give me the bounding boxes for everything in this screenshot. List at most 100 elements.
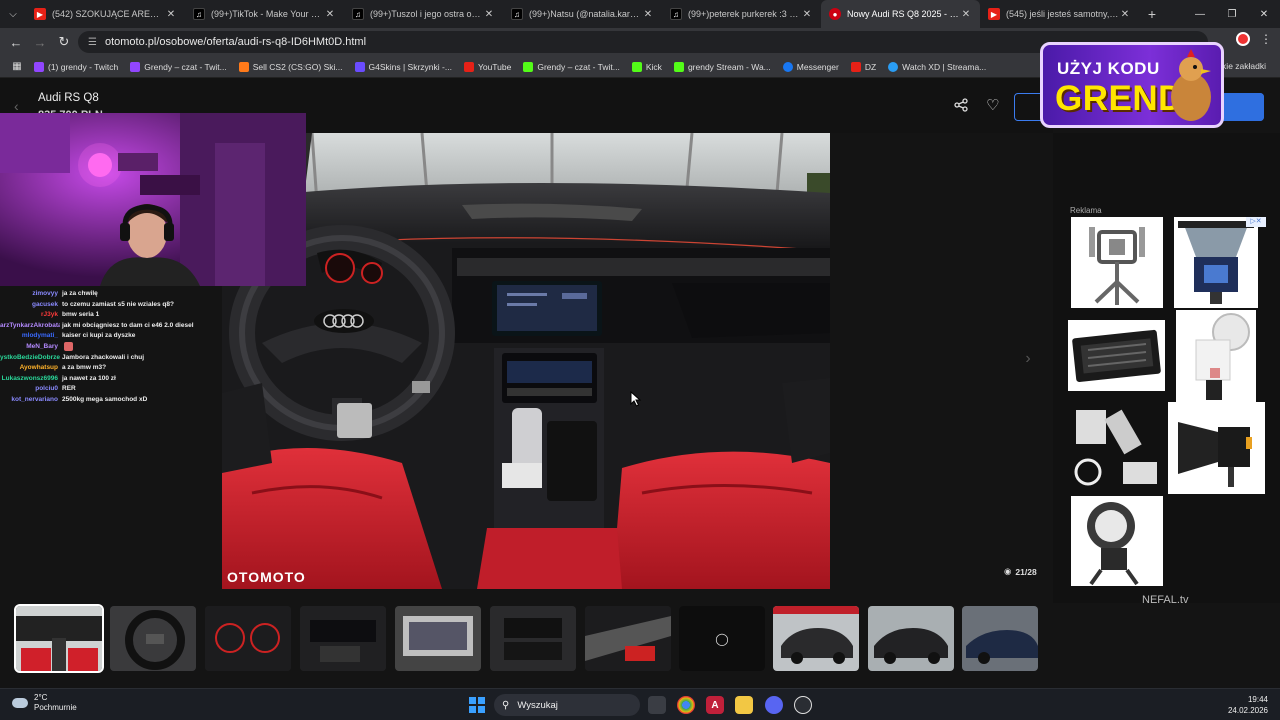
thumbnail-image	[773, 606, 859, 671]
taskbar-search[interactable]: ⚲ Wyszukaj	[494, 694, 640, 716]
bookmark[interactable]: (1) grendy - Twitch	[34, 61, 118, 72]
chat-message: zimovyy ja za chwilę	[0, 289, 200, 300]
bookmark[interactable]: Grendy – czat - Twit...	[130, 61, 227, 72]
tab[interactable]: ♫ (99+)Natsu (@natalia.karczmar...✕	[503, 0, 662, 28]
ad-item-spotlight[interactable]	[1168, 402, 1265, 494]
ad-item-teleprompter[interactable]	[1174, 217, 1258, 308]
chat-username: ystkoBedzieDobrze	[0, 353, 60, 361]
clock[interactable]: 19:44 24.02.2026	[1228, 694, 1268, 716]
tab[interactable]: ▶ (542) SZOKUJĄCE ARESZTOWA...✕	[26, 0, 185, 28]
thumbnail[interactable]	[205, 606, 291, 671]
close-icon[interactable]: ✕	[165, 9, 177, 20]
bookmark-label: YouTube	[477, 61, 512, 72]
discord-icon[interactable]	[765, 696, 783, 714]
thumbnail[interactable]	[490, 606, 576, 671]
ad-item-lamp[interactable]	[1071, 496, 1163, 586]
apps-icon[interactable]: ▦	[6, 61, 28, 72]
share-icon[interactable]	[954, 98, 968, 115]
ad-item-camera-rig[interactable]	[1071, 217, 1163, 308]
thumbnail[interactable]	[14, 604, 104, 673]
weather-widget[interactable]: 2°C Pochmurnie	[12, 693, 77, 713]
stream-chat: zimovyy ja za chwilę gacusek to czemu zami…	[0, 289, 200, 406]
equipment-case-image	[1072, 329, 1161, 382]
app-a-icon[interactable]: A	[706, 696, 724, 714]
tab[interactable]: ♫ (99+)TikTok - Make Your Day ✕	[185, 0, 344, 28]
bookmark[interactable]: Watch XD | Streama...	[888, 61, 986, 72]
tab-active[interactable]: ● Nowy Audi RS Q8 2025 - 835 7...✕	[821, 0, 980, 28]
bookmark[interactable]: Messenger	[782, 61, 839, 72]
bookmark[interactable]: YouTube	[463, 61, 512, 72]
tab-title: (545) jeśli jesteś samotny, ten fi...	[1006, 9, 1119, 19]
close-window-icon[interactable]: ✕	[1248, 9, 1280, 20]
thumbnail[interactable]	[962, 606, 1038, 671]
tiktok-icon: ♫	[511, 8, 523, 20]
close-icon[interactable]: ✕	[324, 9, 336, 20]
thumbnail[interactable]	[300, 606, 386, 671]
chevron-left-icon[interactable]: ‹	[14, 98, 19, 114]
thumbnail[interactable]	[868, 606, 954, 671]
close-icon[interactable]: ✕	[801, 9, 813, 20]
thumbnail[interactable]	[773, 606, 859, 671]
thumbnail[interactable]	[395, 606, 481, 671]
task-view-icon[interactable]	[648, 696, 666, 714]
bookmark-label: DZ	[864, 61, 877, 72]
close-icon[interactable]: ✕	[1119, 9, 1131, 20]
youtube-icon	[463, 61, 474, 72]
tab-title: (542) SZOKUJĄCE ARESZTOWA...	[52, 9, 165, 19]
tab[interactable]: ♫ (99+)peterek purkerek :3 #pete...✕	[662, 0, 821, 28]
ad-item-kit[interactable]	[1068, 402, 1165, 494]
bookmark[interactable]: DZ	[850, 61, 877, 72]
thumbnail-image	[16, 606, 102, 671]
file-explorer-icon[interactable]	[735, 696, 753, 714]
g4skins-icon	[354, 61, 365, 72]
bookmark[interactable]: grendy Stream - Wa...	[673, 61, 771, 72]
tab[interactable]: ♫ (99+)Tuszol i jego ostra odpow...✕	[344, 0, 503, 28]
restore-icon[interactable]: ❐	[1216, 9, 1248, 20]
ad-item-case[interactable]	[1068, 320, 1165, 391]
tab-search-button[interactable]: ⌵	[0, 0, 26, 28]
bookmark-label: Messenger	[796, 61, 839, 72]
audi-icon: ●	[829, 8, 841, 20]
bookmark-label: Sell CS2 (CS:GO) Ski...	[252, 61, 343, 72]
close-icon[interactable]: ✕	[483, 9, 495, 20]
close-icon[interactable]: ✕	[960, 9, 972, 20]
start-icon[interactable]	[469, 697, 485, 713]
watchxd-icon	[888, 61, 899, 72]
chat-username: rJ3yk	[41, 311, 58, 319]
forward-icon[interactable]: →	[28, 35, 52, 50]
clock-date: 24.02.2026	[1227, 706, 1268, 715]
profile-avatar[interactable]	[1236, 32, 1250, 46]
bookmark[interactable]: G4Skins | Skrzynki -...	[354, 61, 452, 72]
other-bookmarks[interactable]: tkie zakładki	[1220, 61, 1266, 71]
chat-text	[60, 342, 62, 353]
bookmark[interactable]: Grendy – czat - Twit...	[523, 61, 620, 72]
kick-icon	[523, 61, 534, 72]
chat-text: ja za chwilę	[62, 290, 98, 297]
back-icon[interactable]: ←	[4, 35, 28, 50]
bookmark[interactable]: Kick	[631, 61, 662, 72]
new-tab-button[interactable]: +	[1139, 6, 1165, 22]
url-field[interactable]: ☰ otomoto.pl/osobowe/oferta/audi-rs-q8-I…	[78, 31, 1208, 53]
thumbnail[interactable]	[585, 606, 671, 671]
main-photo[interactable]: OTOMOTO	[222, 133, 830, 589]
heart-icon[interactable]: ♡	[986, 96, 999, 114]
url-text: otomoto.pl/osobowe/oferta/audi-rs-q8-ID6…	[104, 36, 367, 48]
close-icon[interactable]: ✕	[642, 9, 654, 20]
menu-icon[interactable]: ⋮	[1260, 32, 1272, 46]
tab[interactable]: ▶ (545) jeśli jesteś samotny, ten fi...✕	[980, 0, 1139, 28]
bookmark[interactable]: Sell CS2 (CS:GO) Ski...	[238, 61, 343, 72]
chat-text: RER	[62, 385, 76, 393]
minimize-icon[interactable]: —	[1184, 9, 1216, 20]
thumbnail[interactable]	[110, 606, 196, 671]
youtube-icon: ▶	[988, 8, 1000, 20]
video-thumbnail[interactable]: ◯	[679, 606, 765, 671]
chrome-icon[interactable]	[677, 696, 695, 714]
thumbnail-image	[585, 606, 671, 671]
next-photo-chevron-icon[interactable]: ›	[1018, 350, 1038, 370]
tab-title: (99+)Natsu (@natalia.karczmar...	[529, 9, 642, 19]
ad-item-light[interactable]	[1176, 310, 1256, 402]
obs-icon[interactable]	[794, 696, 812, 714]
ad-choices-icon[interactable]: ▷✕	[1246, 217, 1266, 227]
site-info-icon[interactable]: ☰	[88, 37, 97, 48]
reload-icon[interactable]: ↻	[52, 34, 76, 50]
